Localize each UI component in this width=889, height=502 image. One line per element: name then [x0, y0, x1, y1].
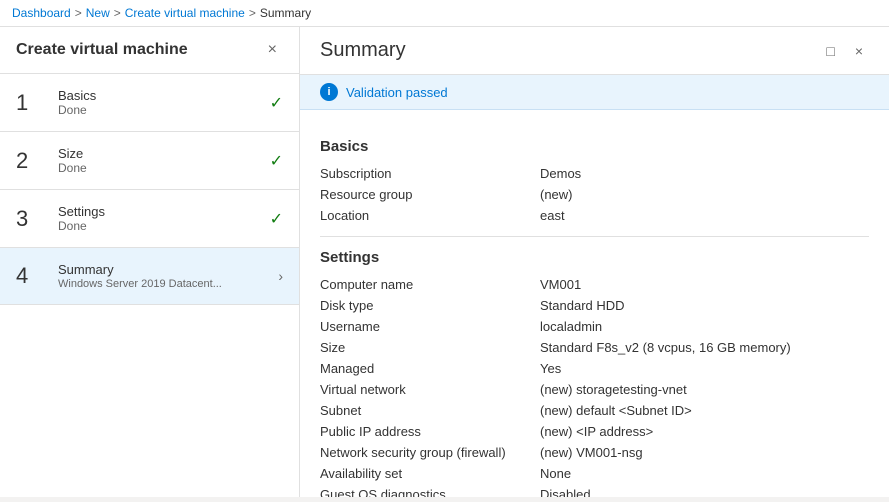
field-label-resource-group: Resource group — [320, 187, 540, 202]
step-number-1: 1 — [16, 92, 46, 114]
right-panel-title: Summary — [320, 39, 406, 62]
step-info-4: Summary Windows Server 2019 Datacent... — [58, 262, 278, 290]
field-value-virtual-network: (new) storagetesting-vnet — [540, 382, 687, 397]
field-row-guest-os-diag: Guest OS diagnostics Disabled — [320, 484, 869, 497]
step-chevron-4: › — [278, 268, 283, 284]
step-name-4: Summary — [58, 262, 278, 277]
validation-icon: i — [320, 83, 338, 101]
field-label-username: Username — [320, 319, 540, 334]
step-status-3: Done — [58, 219, 270, 233]
step-number-2: 2 — [16, 150, 46, 172]
field-value-resource-group: (new) — [540, 187, 573, 202]
close-button[interactable]: × — [849, 41, 869, 61]
left-panel-close-button[interactable]: × — [262, 39, 283, 61]
field-label-subscription: Subscription — [320, 166, 540, 181]
field-value-subscription: Demos — [540, 166, 581, 181]
step-status-2: Done — [58, 161, 270, 175]
right-header-actions: □ × — [820, 41, 869, 61]
step-check-3: ✓ — [270, 209, 283, 229]
field-value-managed: Yes — [540, 361, 561, 376]
field-row-resource-group: Resource group (new) — [320, 184, 869, 205]
field-label-availability-set: Availability set — [320, 466, 540, 481]
field-label-nsg: Network security group (firewall) — [320, 445, 540, 460]
step-item-size[interactable]: 2 Size Done ✓ — [0, 132, 299, 190]
field-row-disk-type: Disk type Standard HDD — [320, 295, 869, 316]
left-panel: Create virtual machine × 1 Basics Done ✓… — [0, 27, 300, 497]
field-value-location: east — [540, 208, 565, 223]
field-row-availability-set: Availability set None — [320, 463, 869, 484]
validation-bar: i Validation passed — [300, 75, 889, 110]
breadcrumb-sep-2: > — [114, 6, 121, 20]
summary-content: Basics Subscription Demos Resource group… — [300, 110, 889, 497]
field-label-computer-name: Computer name — [320, 277, 540, 292]
field-value-nsg: (new) VM001-nsg — [540, 445, 643, 460]
field-value-availability-set: None — [540, 466, 571, 481]
field-row-public-ip: Public IP address (new) <IP address> — [320, 421, 869, 442]
field-label-location: Location — [320, 208, 540, 223]
validation-text: Validation passed — [346, 85, 448, 100]
step-name-1: Basics — [58, 88, 270, 103]
right-panel: Summary □ × i Validation passed Basics S… — [300, 27, 889, 497]
breadcrumb-sep-1: > — [75, 6, 82, 20]
field-label-public-ip: Public IP address — [320, 424, 540, 439]
step-item-basics[interactable]: 1 Basics Done ✓ — [0, 74, 299, 132]
breadcrumb-dashboard[interactable]: Dashboard — [12, 6, 71, 20]
field-row-virtual-network: Virtual network (new) storagetesting-vne… — [320, 379, 869, 400]
section-divider — [320, 236, 869, 237]
left-panel-title: Create virtual machine — [16, 41, 188, 59]
field-label-disk-type: Disk type — [320, 298, 540, 313]
field-row-location: Location east — [320, 205, 869, 226]
section-title-basics: Basics — [320, 138, 869, 155]
step-check-2: ✓ — [270, 151, 283, 171]
field-row-size: Size Standard F8s_v2 (8 vcpus, 16 GB mem… — [320, 337, 869, 358]
field-row-computer-name: Computer name VM001 — [320, 274, 869, 295]
field-value-guest-os-diag: Disabled — [540, 487, 591, 497]
field-value-public-ip: (new) <IP address> — [540, 424, 653, 439]
field-row-managed: Managed Yes — [320, 358, 869, 379]
step-item-settings[interactable]: 3 Settings Done ✓ — [0, 190, 299, 248]
left-panel-header: Create virtual machine × — [0, 27, 299, 74]
step-number-4: 4 — [16, 265, 46, 287]
step-info-3: Settings Done — [58, 204, 270, 233]
breadcrumb-create-vm[interactable]: Create virtual machine — [125, 6, 245, 20]
field-row-username: Username localadmin — [320, 316, 869, 337]
field-row-subnet: Subnet (new) default <Subnet ID> — [320, 400, 869, 421]
settings-fields: Computer name VM001 Disk type Standard H… — [320, 274, 869, 497]
field-label-virtual-network: Virtual network — [320, 382, 540, 397]
field-value-disk-type: Standard HDD — [540, 298, 625, 313]
field-label-guest-os-diag: Guest OS diagnostics — [320, 487, 540, 497]
step-item-summary[interactable]: 4 Summary Windows Server 2019 Datacent..… — [0, 248, 299, 305]
field-label-managed: Managed — [320, 361, 540, 376]
step-subtitle-4: Windows Server 2019 Datacent... — [58, 278, 278, 290]
field-value-subnet: (new) default <Subnet ID> — [540, 403, 692, 418]
basics-fields: Subscription Demos Resource group (new) … — [320, 163, 869, 226]
section-title-settings: Settings — [320, 249, 869, 266]
field-row-subscription: Subscription Demos — [320, 163, 869, 184]
field-label-subnet: Subnet — [320, 403, 540, 418]
step-status-1: Done — [58, 103, 270, 117]
breadcrumb: Dashboard > New > Create virtual machine… — [0, 0, 889, 27]
step-check-1: ✓ — [270, 93, 283, 113]
right-panel-header: Summary □ × — [300, 27, 889, 75]
field-row-nsg: Network security group (firewall) (new) … — [320, 442, 869, 463]
step-name-3: Settings — [58, 204, 270, 219]
field-label-size: Size — [320, 340, 540, 355]
field-value-size: Standard F8s_v2 (8 vcpus, 16 GB memory) — [540, 340, 791, 355]
maximize-button[interactable]: □ — [820, 41, 840, 61]
breadcrumb-sep-3: > — [249, 6, 256, 20]
step-info-1: Basics Done — [58, 88, 270, 117]
field-value-username: localadmin — [540, 319, 602, 334]
breadcrumb-new[interactable]: New — [86, 6, 110, 20]
field-value-computer-name: VM001 — [540, 277, 581, 292]
step-number-3: 3 — [16, 208, 46, 230]
breadcrumb-current: Summary — [260, 6, 311, 20]
step-info-2: Size Done — [58, 146, 270, 175]
step-name-2: Size — [58, 146, 270, 161]
